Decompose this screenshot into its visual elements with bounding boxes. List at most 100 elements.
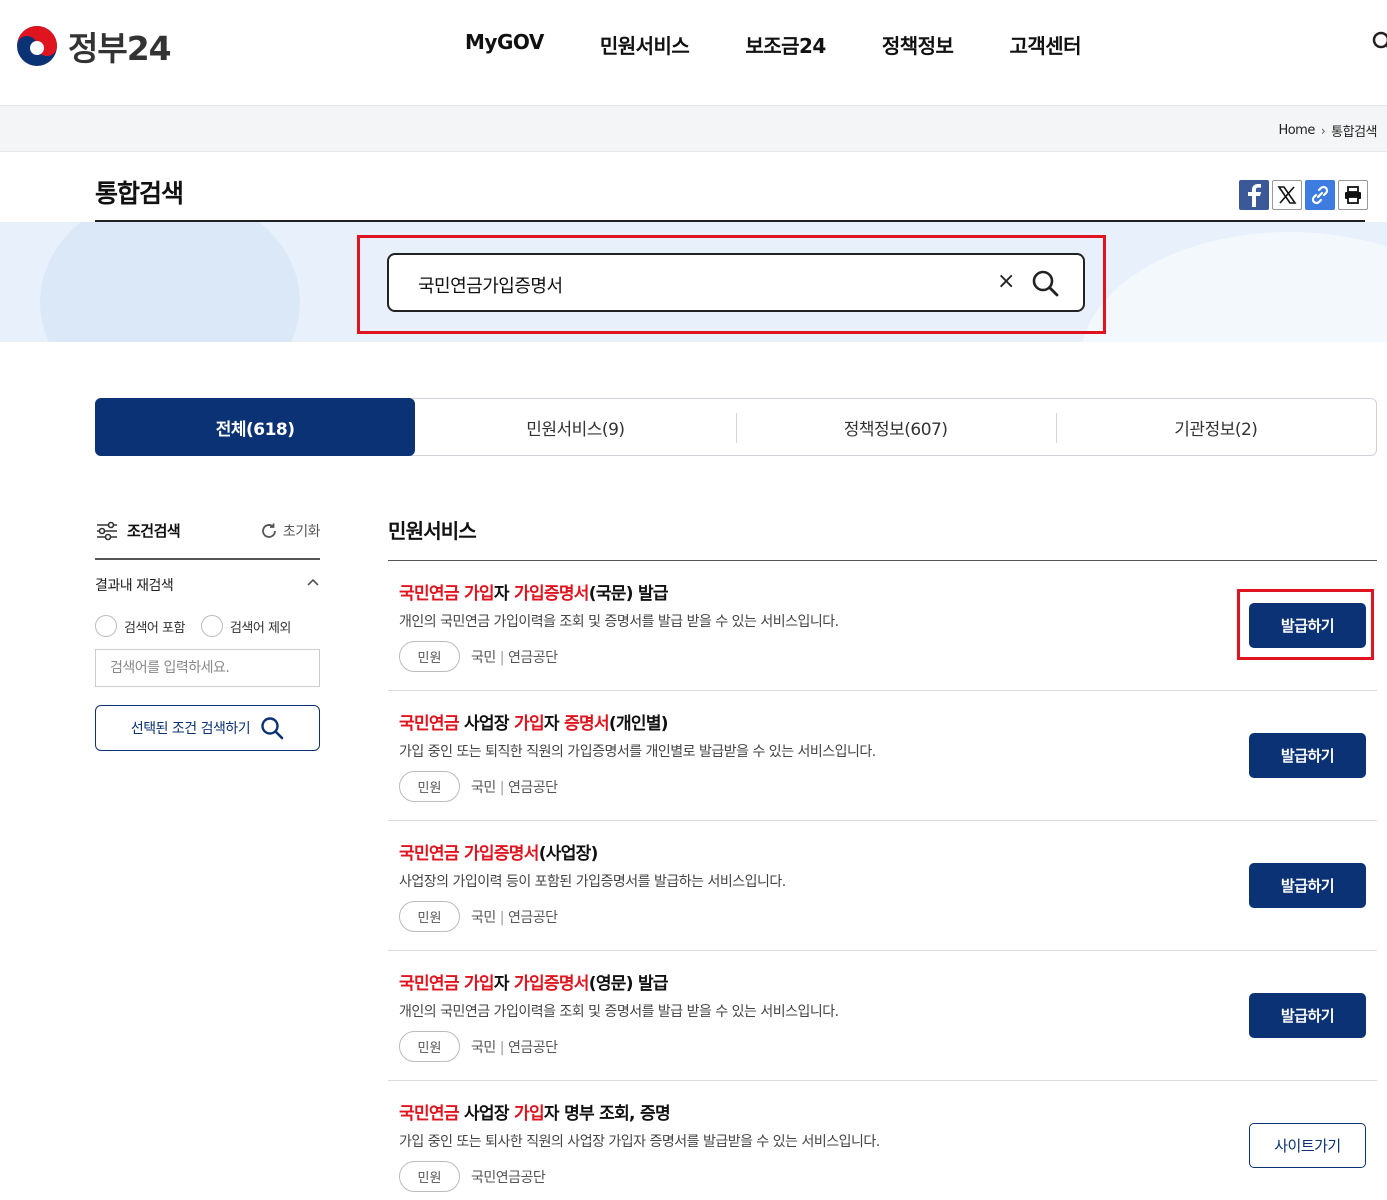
title-text: 자 명부 조회, 증명 <box>543 1104 671 1124</box>
result-title[interactable]: 국민연금 가입자 가입증명서(영문) 발급 <box>399 969 669 994</box>
result-item: 국민연금 사업장 가입자 증명서(개인별) 가입 중인 또는 퇴직한 직원의 가입… <box>388 691 1377 821</box>
result-description: 가입 중인 또는 퇴사한 직원의 사업장 가입자 증명서를 발급받을 수 있는 … <box>399 1134 880 1150</box>
keyword-highlight: 가입 <box>514 1104 545 1124</box>
result-title[interactable]: 국민연금 가입증명서(사업장) <box>399 839 598 864</box>
x-icon[interactable] <box>1272 180 1302 210</box>
visit-site-button[interactable]: 사이트가기 <box>1249 1123 1366 1168</box>
separator: | <box>499 909 505 926</box>
breadcrumb-current: 통합검색 <box>1331 125 1377 140</box>
issue-button[interactable]: 발급하기 <box>1249 863 1366 908</box>
nav-subsidy24[interactable]: 보조금24 <box>745 30 826 59</box>
keyword-highlight: 가입증명서 <box>463 844 539 864</box>
title-text: (개인별) <box>608 714 669 734</box>
keyword-highlight: 국민연금 <box>399 844 459 864</box>
agency-label: 국민 | 연금공단 <box>471 647 558 667</box>
result-item: 국민연금 사업장 가입자 명부 조회, 증명가입 중인 또는 퇴사한 직원의 사… <box>388 1081 1377 1200</box>
result-meta: 민원 국민연금공단 <box>399 1161 546 1192</box>
title-text: 사업장 <box>458 1104 515 1124</box>
facebook-icon[interactable] <box>1239 180 1269 210</box>
share-buttons <box>1239 180 1368 210</box>
print-icon[interactable] <box>1338 180 1368 210</box>
result-item: 국민연금 가입자 가입증명서(국문) 발급 개인의 국민연금 가입이력을 조회 및… <box>388 561 1377 691</box>
refine-search-label: 결과내 재검색 <box>95 578 174 594</box>
keyword-highlight: 증명서 <box>564 714 610 734</box>
agency-name: 국민 <box>471 779 496 796</box>
sliders-icon <box>97 521 117 540</box>
keyword-highlight: 국민연금 <box>399 1104 459 1124</box>
title-text: (영문) 발급 <box>588 974 669 994</box>
tab-agency-info[interactable]: 기관정보(2) <box>1055 399 1376 455</box>
agency-label: 국민 | 연금공단 <box>471 907 558 927</box>
result-meta: 민원 국민 | 연금공단 <box>399 1031 558 1062</box>
agency-label: 국민연금공단 <box>471 1167 546 1187</box>
site-logo[interactable]: 정부24 <box>16 22 172 70</box>
radio-include[interactable]: 검색어 포함 <box>95 615 185 637</box>
result-tabs: 전체(618) 민원서비스(9) 정책정보(607) 기관정보(2) <box>95 398 1377 456</box>
refine-search-header[interactable]: 결과내 재검색 <box>95 575 320 595</box>
agency-name: 연금공단 <box>507 909 558 926</box>
agency-name: 연금공단 <box>507 779 558 796</box>
nav-mygov[interactable]: MyGOV <box>465 30 544 59</box>
filter-header: 조건검색 초기화 <box>95 518 321 560</box>
breadcrumb-home[interactable]: Home <box>1278 123 1315 138</box>
chevron-up-icon[interactable] <box>306 575 320 589</box>
keyword-highlight: 가입증명서 <box>514 584 589 604</box>
issue-button[interactable]: 발급하기 <box>1249 733 1366 778</box>
keyword-highlight: 가입 <box>514 714 545 734</box>
button-highlight-box <box>1237 589 1374 660</box>
tab-civil-services[interactable]: 민원서비스(9) <box>415 399 735 455</box>
radio-circle[interactable] <box>95 615 117 637</box>
magnifier-icon <box>261 717 284 740</box>
keyword-highlight: 가입증명서 <box>514 974 589 994</box>
separator: | <box>499 649 505 666</box>
result-description: 가입 중인 또는 퇴직한 직원의 가입증명서를 개인별로 발급받을 수 있는 서… <box>399 744 876 760</box>
nav-policy-info[interactable]: 정책정보 <box>882 30 954 59</box>
tab-policy-info[interactable]: 정책정보(607) <box>735 399 1056 455</box>
result-title[interactable]: 국민연금 사업장 가입자 명부 조회, 증명 <box>399 1099 671 1124</box>
results-section-title: 민원서비스 <box>388 519 477 543</box>
radio-include-label: 검색어 포함 <box>124 620 185 636</box>
result-item: 국민연금 가입자 가입증명서(영문) 발급개인의 국민연금 가입이력을 조회 및… <box>388 951 1377 1081</box>
result-title[interactable]: 국민연금 가입자 가입증명서(국문) 발급 <box>399 579 669 604</box>
title-text: 자 <box>493 974 515 994</box>
breadcrumb-bar: Home › 통합검색 <box>0 106 1387 152</box>
main-nav: MyGOV 민원서비스 보조금24 정책정보 고객센터 <box>465 30 1137 59</box>
keyword-highlight: 국민연금 <box>399 714 459 734</box>
category-badge: 민원 <box>399 641 460 672</box>
reset-label: 초기화 <box>282 524 321 540</box>
result-meta: 민원 국민 | 연금공단 <box>399 901 558 932</box>
filter-title-label: 조건검색 <box>127 522 181 540</box>
reset-button[interactable]: 초기화 <box>259 521 321 541</box>
apply-filter-button[interactable]: 선택된 조건 검색하기 <box>95 705 320 751</box>
keyword-highlight: 가입 <box>463 974 495 994</box>
result-title[interactable]: 국민연금 사업장 가입자 증명서(개인별) <box>399 709 669 734</box>
chevron-right-icon: › <box>1320 123 1326 138</box>
separator: | <box>499 779 505 796</box>
filter-title: 조건검색 <box>95 520 181 541</box>
tab-all[interactable]: 전체(618) <box>95 398 416 456</box>
header-search-icon[interactable] <box>1371 30 1387 54</box>
result-item: 국민연금 가입증명서(사업장) 사업장의 가입이력 등이 포함된 가입증명서를 발… <box>388 821 1377 951</box>
agency-name: 국민 <box>471 1039 496 1056</box>
keyword-highlight: 가입 <box>463 584 495 604</box>
category-badge: 민원 <box>399 771 460 802</box>
radio-exclude[interactable]: 검색어 제외 <box>200 615 291 637</box>
site-header: 정부24 MyGOV 민원서비스 보조금24 정책정보 고객센터 <box>0 0 1387 106</box>
agency-label: 국민 | 연금공단 <box>471 1037 558 1057</box>
search-highlight-box <box>357 235 1106 334</box>
radio-circle[interactable] <box>200 615 223 637</box>
title-text: (사업장) <box>538 844 599 864</box>
breadcrumb: Home › 통합검색 <box>1278 121 1377 140</box>
title-text: 자 <box>543 714 565 734</box>
result-meta: 민원 국민 | 연금공단 <box>399 641 558 672</box>
agency-name: 국민 <box>471 649 496 666</box>
result-description: 개인의 국민연금 가입이력을 조회 및 증명서를 발급 받을 수 있는 서비스입… <box>399 1004 839 1020</box>
nav-customer-center[interactable]: 고객센터 <box>1009 30 1081 59</box>
title-text: 사업장 <box>458 714 515 734</box>
refresh-icon <box>261 523 276 538</box>
result-meta: 민원 국민 | 연금공단 <box>399 771 558 802</box>
link-icon[interactable] <box>1305 180 1335 210</box>
issue-button[interactable]: 발급하기 <box>1249 993 1366 1038</box>
refine-search-input[interactable] <box>95 649 320 687</box>
nav-civil-services[interactable]: 민원서비스 <box>600 30 690 59</box>
